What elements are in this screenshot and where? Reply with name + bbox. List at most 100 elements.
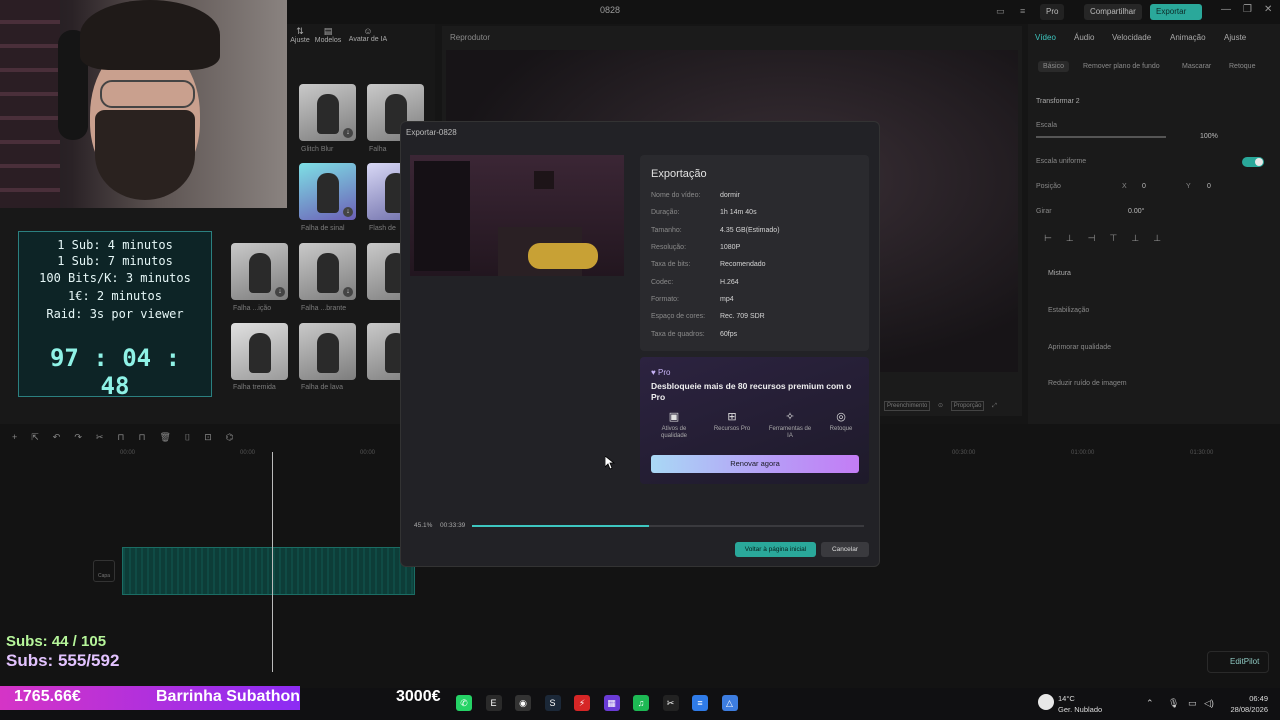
whatsapp-icon[interactable]: ✆ <box>456 695 472 711</box>
blend-label[interactable]: Mistura <box>1048 270 1071 277</box>
tab-video[interactable]: Vídeo <box>1035 33 1056 42</box>
tab-ai-avatar[interactable]: ☺ Avatar de IA <box>348 26 388 43</box>
menu-icon[interactable]: ≡ <box>1020 6 1025 16</box>
minimize-icon[interactable]: — <box>1221 4 1231 15</box>
cover-button[interactable]: Capa <box>93 560 115 582</box>
tab-animation[interactable]: Animação <box>1170 33 1206 42</box>
effect-thumb[interactable] <box>231 323 288 380</box>
rotate-input[interactable]: 0.00° <box>1128 208 1144 215</box>
thumb-figure <box>249 253 271 293</box>
download-icon[interactable]: ↓ <box>343 207 353 217</box>
clock-time[interactable]: 06:49 <box>1222 694 1268 703</box>
stabilize-label[interactable]: Estabilização <box>1048 307 1089 314</box>
feature-ai-tools: ✧ Ferramentas de IA <box>767 411 813 440</box>
scale-slider[interactable] <box>1036 136 1166 138</box>
uniform-scale-toggle[interactable] <box>1242 157 1264 167</box>
export-dialog-title: Exportar-0828 <box>406 128 457 137</box>
share-button[interactable]: Compartilhar <box>1084 4 1142 20</box>
effect-thumb[interactable]: ↓ <box>231 243 288 300</box>
video-clip[interactable] <box>122 547 415 595</box>
effect-thumb[interactable]: ↓ <box>299 243 356 300</box>
download-icon[interactable]: ↓ <box>343 128 353 138</box>
thumb-figure <box>317 94 339 134</box>
export-info-box <box>640 155 869 351</box>
tab-adjust-right[interactable]: Ajuste <box>1224 33 1246 42</box>
color-space-label: Espaço de cores: <box>651 313 706 320</box>
epic-games-icon[interactable]: E <box>485 695 502 711</box>
tab-audio[interactable]: Áudio <box>1074 33 1094 42</box>
network-icon[interactable]: ▭ <box>1188 698 1197 709</box>
chevron-up-icon[interactable]: ⌃ <box>1146 698 1154 709</box>
goal-line: Raid: 3s por viewer <box>46 307 184 321</box>
enhance-label[interactable]: Aprimorar qualidade <box>1048 344 1111 351</box>
effect-thumb[interactable]: ↓ <box>299 163 356 220</box>
shelf-shape <box>0 0 60 208</box>
weather-icon[interactable] <box>1038 694 1054 710</box>
timeline-toolbar[interactable]: +⇱↶↷✂⊓⊓🗑⌷⊡⌬ <box>12 432 248 443</box>
back-to-home-button[interactable]: Voltar à página inicial <box>735 542 816 557</box>
tab-templates[interactable]: ▤ Modelos <box>310 26 346 44</box>
tab-speed[interactable]: Velocidade <box>1112 33 1151 42</box>
fill-button[interactable]: Preenchimento <box>884 401 931 411</box>
subathon-countdown: 97 : 04 : 48 <box>49 344 181 400</box>
export-progress-fill <box>472 525 649 527</box>
download-icon[interactable]: ↓ <box>275 287 285 297</box>
feature-pro-resources: ⊞ Recursos Pro <box>709 411 755 433</box>
duration-label: Duração: <box>651 209 680 216</box>
subs-counter-goal: Subs: 44 / 105 <box>6 633 107 650</box>
effect-caption: Falha de sinal <box>301 225 345 232</box>
frame-rate-label: Taxa de quadros: <box>651 331 705 338</box>
steam-icon[interactable]: S <box>544 695 561 711</box>
resolution-value: 1080P <box>720 244 741 251</box>
download-icon[interactable]: ↓ <box>343 287 353 297</box>
ruler-tick: 00:00 <box>240 450 256 456</box>
pos-x-input[interactable]: 0 <box>1142 183 1146 190</box>
pos-y-input[interactable]: 0 <box>1207 183 1211 190</box>
effect-caption: Falha de lava <box>301 384 344 391</box>
clock-date[interactable]: 28/08/2026 <box>1222 705 1268 714</box>
subtab-mask[interactable]: Mascarar <box>1182 63 1211 70</box>
maximize-icon[interactable]: ❐ <box>1243 4 1252 15</box>
ruler-tick: 01:30:00 <box>1190 450 1214 456</box>
position-label: Posição <box>1036 183 1061 190</box>
volume-icon[interactable]: ◁) <box>1204 698 1214 709</box>
subtab-basic[interactable]: Básico <box>1038 61 1070 72</box>
spotify-icon[interactable]: ♫ <box>633 695 649 711</box>
pro-badge[interactable]: Pro <box>1040 4 1065 20</box>
ratio-button[interactable]: Proporção <box>950 401 985 411</box>
notes-icon[interactable]: ≡ <box>692 695 708 711</box>
thumb-figure <box>317 253 339 293</box>
scale-label: Escala <box>1036 122 1058 129</box>
align-icons[interactable]: ⊢⊥⊣⊤⊥⊥ <box>1044 233 1175 244</box>
power-app-icon[interactable]: ⚡ <box>574 695 590 711</box>
renew-now-button[interactable]: Renovar agora <box>651 455 859 473</box>
subtab-retouch[interactable]: Retoque <box>1229 63 1255 70</box>
export-button[interactable]: Exportar <box>1150 4 1202 20</box>
effect-caption: Falha <box>369 146 387 153</box>
effect-thumb[interactable]: ↓ <box>299 84 356 141</box>
tab-ai-avatar-label: Avatar de IA <box>348 36 388 43</box>
subtab-remove-bg[interactable]: Remover plano de fundo <box>1083 63 1160 70</box>
cancel-button[interactable]: Cancelar <box>821 542 869 557</box>
scale-value[interactable]: 100% <box>1200 133 1218 140</box>
layout-icon[interactable]: ▭ <box>996 6 1005 17</box>
editpilot-button[interactable]: EditPilot <box>1207 651 1269 673</box>
fullscreen-icon[interactable]: ⤢ <box>992 403 997 409</box>
drive-icon[interactable]: △ <box>721 695 738 711</box>
subathon-bar-goal: 3000€ <box>396 688 441 705</box>
grid-app-icon[interactable]: ▦ <box>603 695 620 711</box>
goal-line: 1 Sub: 7 minutos <box>57 254 173 268</box>
close-icon[interactable]: ✕ <box>1264 4 1272 15</box>
capcut-icon[interactable]: ✂ <box>662 695 679 711</box>
size-label: Tamanho: <box>651 227 682 234</box>
effect-thumb[interactable] <box>299 323 356 380</box>
playhead[interactable] <box>272 452 273 672</box>
obs-icon[interactable]: ◉ <box>515 695 531 711</box>
denoise-label[interactable]: Reduzir ruído de imagem <box>1048 380 1127 387</box>
goal-line: 1 Sub: 4 minutos <box>57 238 173 252</box>
microphone-icon[interactable]: 🎙 <box>1168 698 1179 709</box>
tab-templates-label: Modelos <box>314 37 342 44</box>
image-quality-icon: ▣ <box>668 411 680 423</box>
effect-caption: Falha ...ição <box>233 305 272 312</box>
zoom-icon[interactable]: ⊙ <box>938 403 943 409</box>
